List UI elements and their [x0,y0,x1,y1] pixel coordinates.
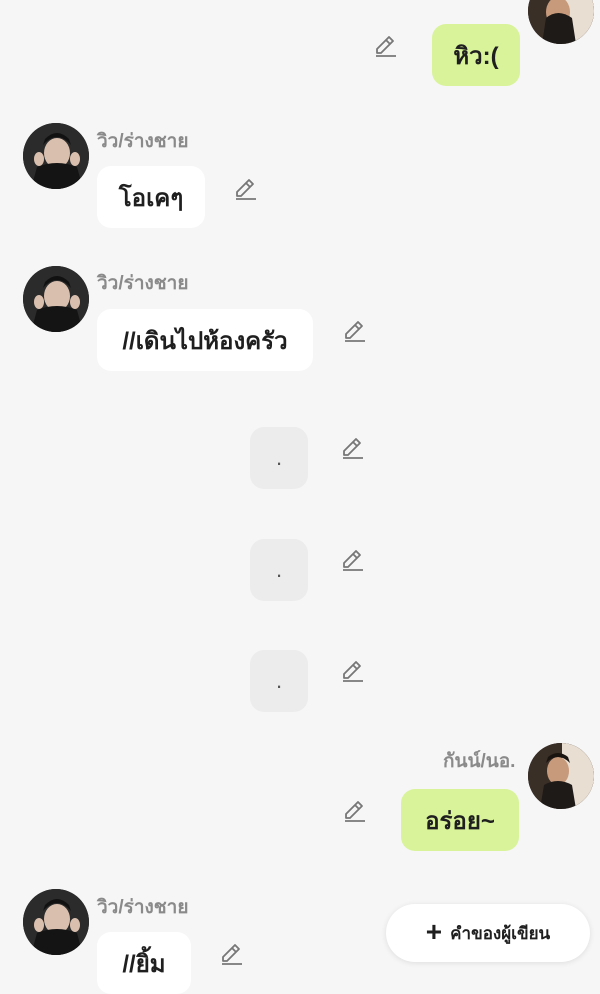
pencil-edit-icon[interactable] [340,547,366,573]
sender-name: วิว/ร่างชาย [97,131,189,152]
avatar-wiw [23,123,89,189]
avatar-gan [528,743,594,809]
message-bubble: //เดินไปห้องครัว [97,309,313,371]
message-bubble: อร่อย~ [401,789,519,851]
pencil-edit-icon[interactable] [219,941,245,967]
avatar-wiw [23,889,89,955]
pencil-edit-icon[interactable] [373,33,399,59]
pencil-edit-icon[interactable] [342,798,368,824]
plus-icon: + [425,915,443,947]
avatar-wiw [23,266,89,332]
sender-name: วิว/ร่างชาย [97,897,189,918]
sender-name: วิว/ร่างชาย [97,273,189,294]
avatar-gan [528,0,594,44]
author-note-button[interactable]: + คำของผู้เขียน [386,904,590,962]
author-note-label: คำของผู้เขียน [450,923,551,943]
message-bubble: หิว:( [432,24,520,86]
message-bubble: โอเคๆ [97,166,205,228]
message-bubble: //ยิ้ม [97,932,191,994]
pencil-edit-icon[interactable] [340,658,366,684]
pencil-edit-icon[interactable] [342,318,368,344]
narration-bubble: . [250,539,308,601]
narration-bubble: . [250,650,308,712]
avatar-gan-image [528,0,594,44]
sender-name: กันน์/นอ. [443,751,516,772]
pencil-edit-icon[interactable] [340,435,366,461]
pencil-edit-icon[interactable] [233,176,259,202]
narration-bubble: . [250,427,308,489]
